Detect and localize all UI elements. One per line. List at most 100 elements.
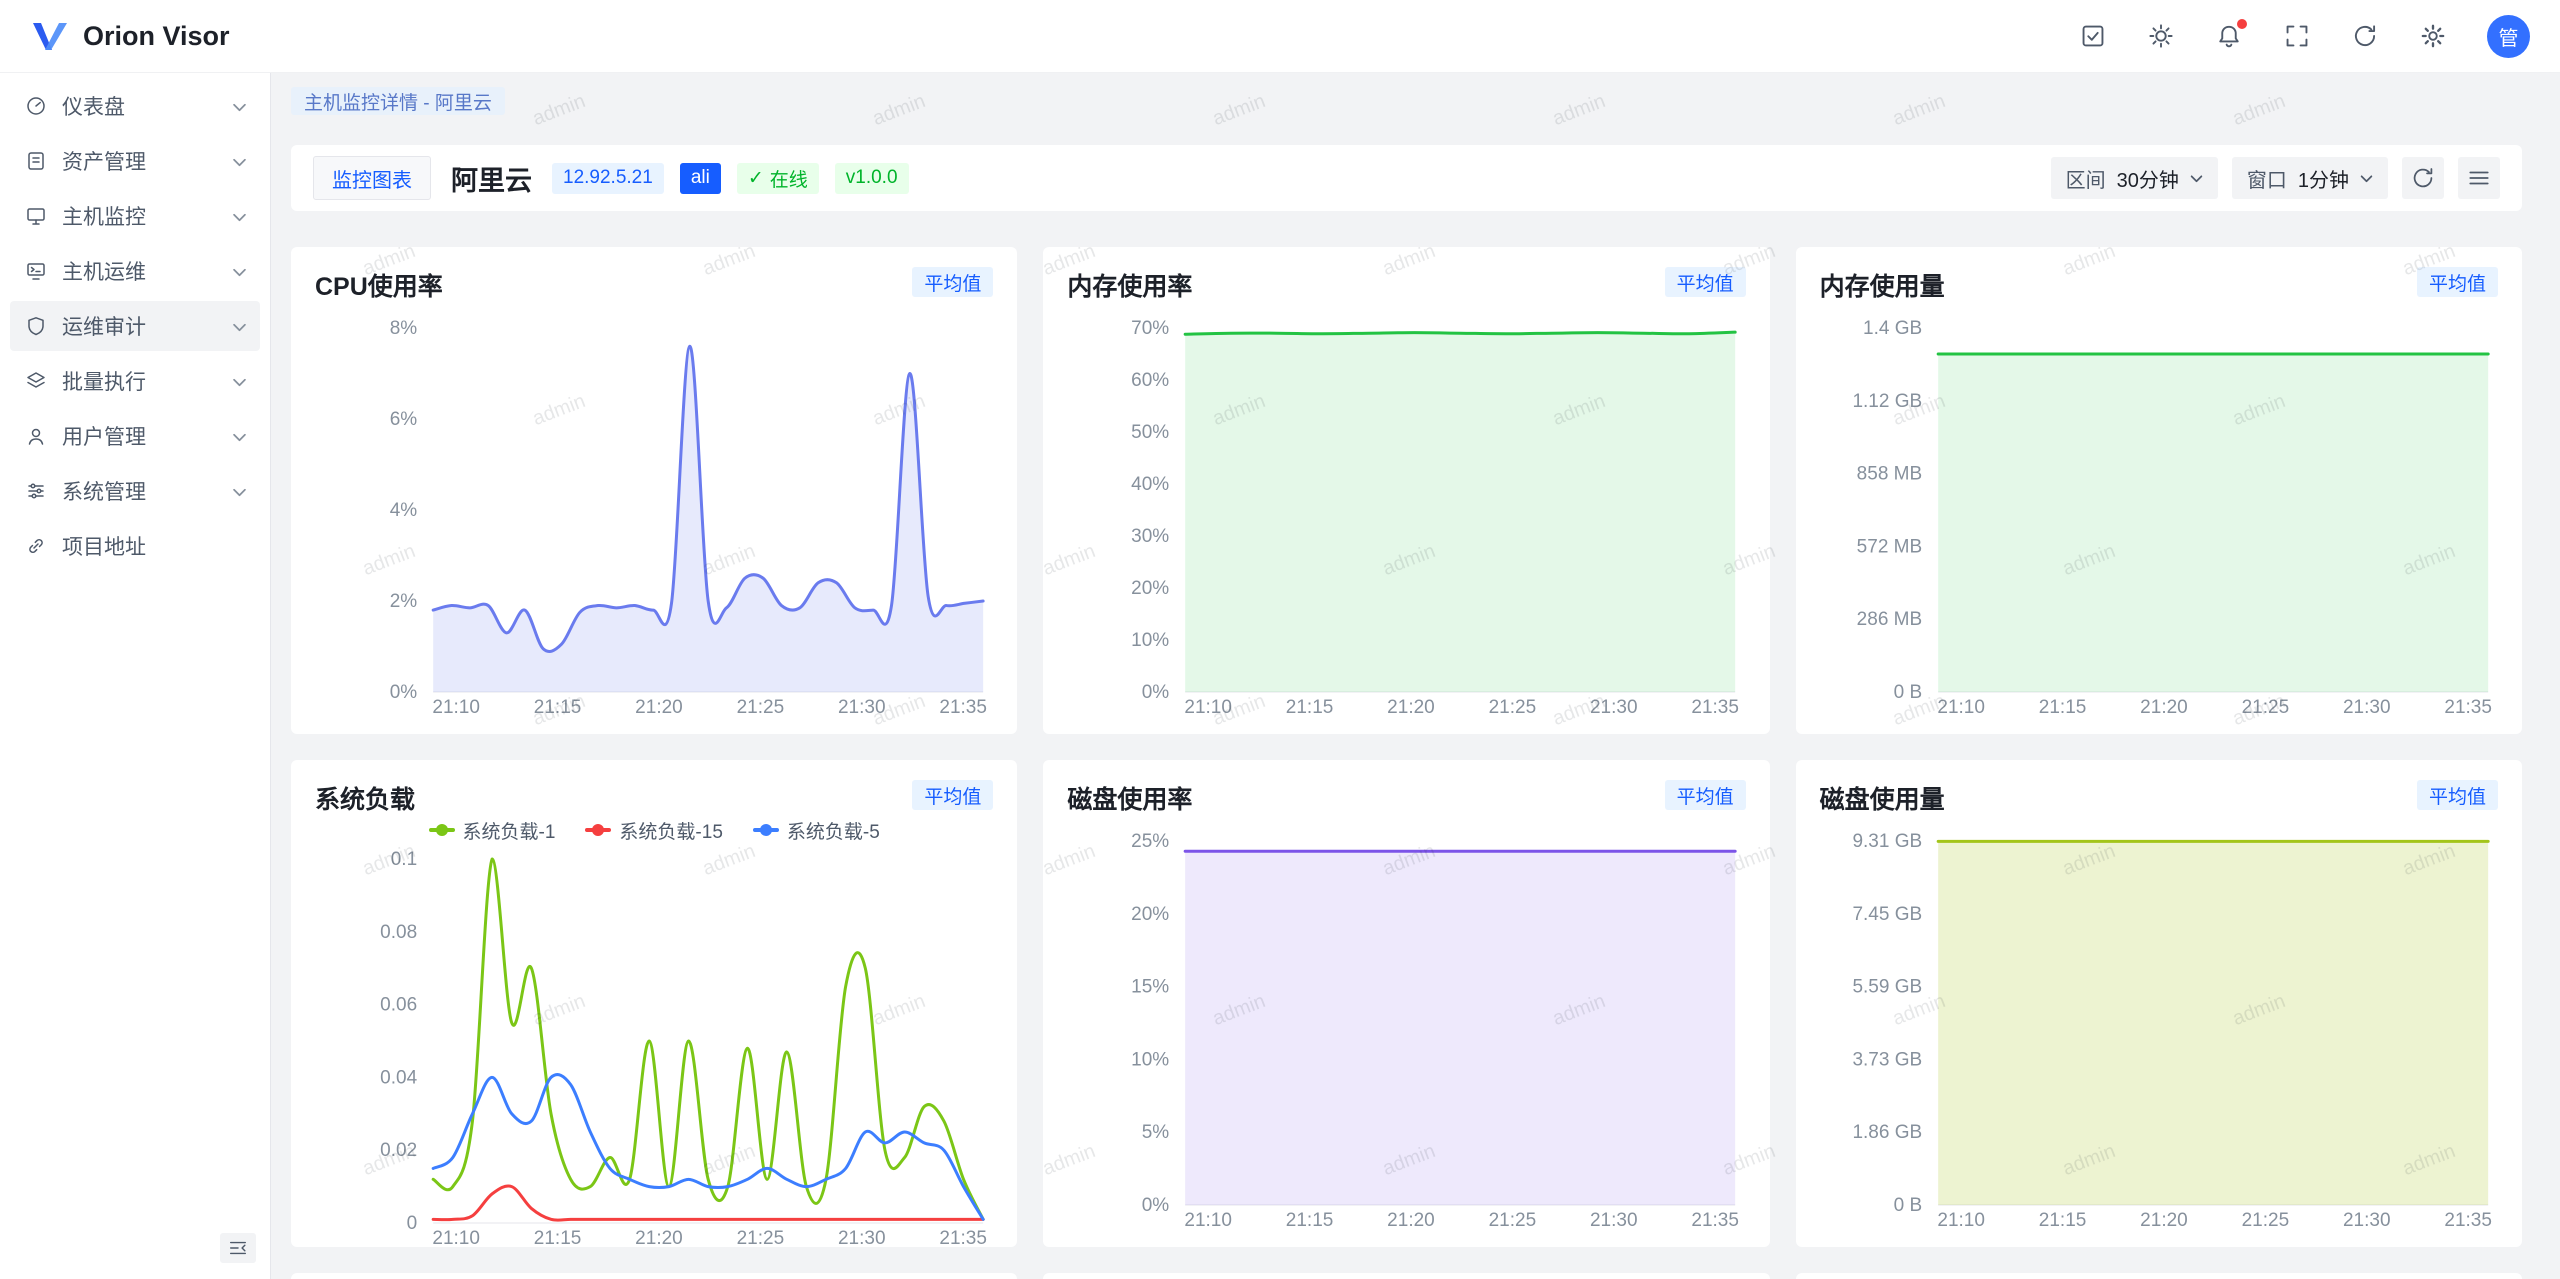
sidebar-item-batch-exec[interactable]: 批量执行 <box>10 356 260 406</box>
svg-text:21:10: 21:10 <box>1937 1210 1985 1231</box>
sidebar-item-system-mgmt[interactable]: 系统管理 <box>10 466 260 516</box>
svg-text:21:35: 21:35 <box>939 1228 987 1247</box>
svg-text:0: 0 <box>407 1213 418 1234</box>
svg-text:15%: 15% <box>1131 977 1169 998</box>
topbar-actions: 管 <box>2079 15 2530 58</box>
main-content: 主机监控详情 - 阿里云 监控图表 阿里云 12.92.5.21 ali ✓在线… <box>272 73 2560 1279</box>
svg-text:21:35: 21:35 <box>1692 1210 1740 1231</box>
chart-canvas: 25%20%15%10%5%0%21:1021:1521:2021:2521:3… <box>1067 818 1745 1234</box>
svg-text:7.45 GB: 7.45 GB <box>1852 904 1922 925</box>
chevron-down-icon <box>233 204 246 228</box>
chart-canvas: 70%60%50%40%30%20%10%0%21:1021:1521:2021… <box>1067 305 1745 721</box>
legend-item[interactable]: 系统负载-15 <box>585 817 722 844</box>
svg-text:21:35: 21:35 <box>2444 697 2492 718</box>
notifications-bell-icon[interactable] <box>2215 22 2243 50</box>
sidebar-item-dashboard[interactable]: 仪表盘 <box>10 81 260 131</box>
chart-card-partial <box>291 1273 1017 1279</box>
chart-card-partial <box>1043 1273 1769 1279</box>
settings-gear-icon[interactable] <box>2419 22 2447 50</box>
window-value: 1分钟 <box>2298 164 2349 193</box>
svg-text:21:35: 21:35 <box>939 697 987 718</box>
chart-title: 系统负载 <box>315 780 415 816</box>
host-ops-icon <box>24 259 48 283</box>
chart-settings-button[interactable] <box>2458 157 2500 199</box>
svg-text:0.1: 0.1 <box>391 849 417 870</box>
sidebar-item-label: 资产管理 <box>62 146 219 176</box>
refresh-charts-button[interactable] <box>2402 157 2444 199</box>
fullscreen-icon[interactable] <box>2283 22 2311 50</box>
avg-badge: 平均值 <box>912 267 993 297</box>
svg-text:21:25: 21:25 <box>1489 697 1537 718</box>
svg-text:20%: 20% <box>1131 904 1169 925</box>
monitor-chart-button[interactable]: 监控图表 <box>313 156 431 200</box>
svg-text:21:35: 21:35 <box>2444 1210 2492 1231</box>
svg-text:21:25: 21:25 <box>737 1228 785 1247</box>
sidebar-item-host-monitoring[interactable]: 主机监控 <box>10 191 260 241</box>
chart-canvas: 1.4 GB1.12 GB858 MB572 MB286 MB0 B21:102… <box>1820 305 2498 721</box>
range-select[interactable]: 区间 30分钟 <box>2051 157 2218 199</box>
host-header-card: 监控图表 阿里云 12.92.5.21 ali ✓在线 v1.0.0 区间 30… <box>291 145 2522 211</box>
changelog-icon[interactable] <box>2079 22 2107 50</box>
svg-text:25%: 25% <box>1131 831 1169 852</box>
sidebar-item-project-link[interactable]: 项目地址 <box>10 521 260 571</box>
theme-toggle-icon[interactable] <box>2147 22 2175 50</box>
window-select[interactable]: 窗口 1分钟 <box>2232 157 2388 199</box>
refresh-icon <box>2411 166 2435 190</box>
audit-shield-icon <box>24 314 48 338</box>
svg-text:9.31 GB: 9.31 GB <box>1852 831 1922 852</box>
avatar[interactable]: 管 <box>2487 15 2530 58</box>
svg-text:10%: 10% <box>1131 1049 1169 1070</box>
svg-text:2%: 2% <box>390 591 418 612</box>
svg-text:21:20: 21:20 <box>2140 697 2188 718</box>
charts-grid: CPU使用率 平均值 8%6%4%2%0%21:1021:1521:2021:2… <box>291 247 2522 1279</box>
chart-card-disk-amount: 磁盘使用量 平均值 9.31 GB7.45 GB5.59 GB3.73 GB1.… <box>1796 760 2522 1247</box>
svg-text:286 MB: 286 MB <box>1856 609 1921 630</box>
chevron-down-icon <box>2360 174 2373 183</box>
svg-text:21:25: 21:25 <box>2241 1210 2289 1231</box>
brand[interactable]: Orion Visor <box>30 18 230 54</box>
collapse-sidebar-icon <box>228 1238 248 1258</box>
chevron-down-icon <box>233 314 246 338</box>
host-name: 阿里云 <box>451 159 532 198</box>
svg-text:0 B: 0 B <box>1893 682 1922 703</box>
legend-item[interactable]: 系统负载-1 <box>429 817 556 844</box>
refresh-icon[interactable] <box>2351 22 2379 50</box>
sidebar-item-user-mgmt[interactable]: 用户管理 <box>10 411 260 461</box>
chart-canvas: 8%6%4%2%0%21:1021:1521:2021:2521:3021:35 <box>315 305 993 721</box>
range-label: 区间 <box>2066 164 2106 193</box>
svg-text:21:25: 21:25 <box>1489 1210 1537 1231</box>
sidebar-item-host-ops[interactable]: 主机运维 <box>10 246 260 296</box>
svg-text:0.04: 0.04 <box>380 1067 417 1088</box>
svg-text:60%: 60% <box>1131 370 1169 391</box>
chart-card-memory-rate: 内存使用率 平均值 70%60%50%40%30%20%10%0%21:1021… <box>1043 247 1769 734</box>
sidebar-item-ops-audit[interactable]: 运维审计 <box>10 301 260 351</box>
hamburger-menu-icon <box>2467 166 2491 190</box>
watermark-text: admin <box>1890 90 1949 131</box>
svg-text:21:30: 21:30 <box>2343 697 2391 718</box>
svg-text:21:25: 21:25 <box>737 697 785 718</box>
chevron-down-icon <box>233 94 246 118</box>
svg-text:21:30: 21:30 <box>2343 1210 2391 1231</box>
breadcrumb[interactable]: 主机监控详情 - 阿里云 <box>291 87 505 115</box>
svg-text:21:15: 21:15 <box>534 1228 582 1247</box>
chart-legend: 系统负载-1 系统负载-15 系统负载-5 <box>315 816 993 844</box>
svg-text:21:10: 21:10 <box>1185 697 1233 718</box>
collapse-sidebar-button[interactable] <box>220 1233 256 1263</box>
watermark-text: admin <box>2230 90 2289 131</box>
status-text: 在线 <box>770 165 808 192</box>
topbar: Orion Visor 管 <box>0 0 2560 73</box>
sidebar-item-label: 用户管理 <box>62 421 219 451</box>
check-icon: ✓ <box>748 167 764 190</box>
chart-canvas: 9.31 GB7.45 GB5.59 GB3.73 GB1.86 GB0 B21… <box>1820 818 2498 1234</box>
chart-title: CPU使用率 <box>315 267 443 303</box>
svg-text:20%: 20% <box>1131 578 1169 599</box>
svg-text:0%: 0% <box>1142 682 1170 703</box>
sidebar-item-label: 系统管理 <box>62 476 219 506</box>
svg-text:21:30: 21:30 <box>838 1228 886 1247</box>
legend-item[interactable]: 系统负载-5 <box>753 817 880 844</box>
batch-layers-icon <box>24 369 48 393</box>
svg-text:858 MB: 858 MB <box>1856 464 1921 485</box>
svg-text:21:20: 21:20 <box>1388 697 1436 718</box>
svg-text:5.59 GB: 5.59 GB <box>1852 977 1922 998</box>
sidebar-item-assets[interactable]: 资产管理 <box>10 136 260 186</box>
